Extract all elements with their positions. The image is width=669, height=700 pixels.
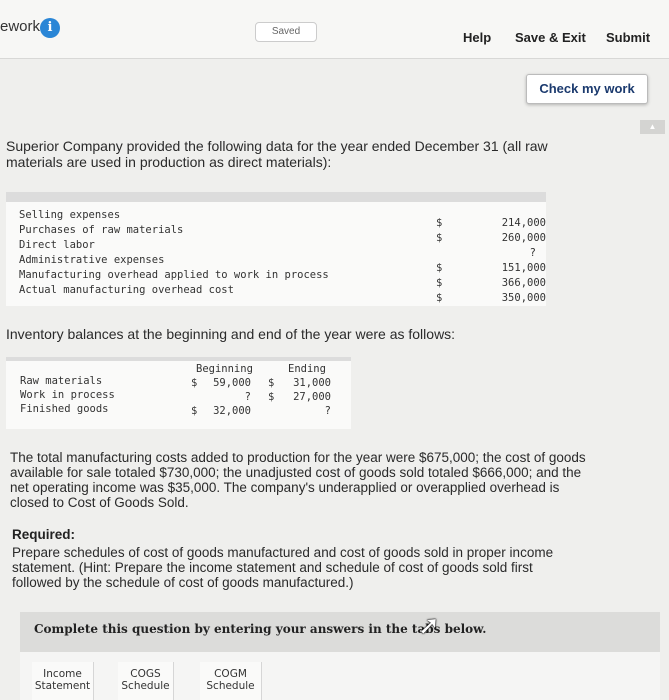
currency-symbol: $ [436,292,443,304]
expense-row: $260,000 [436,231,546,246]
expense-value: 350,000 [501,292,546,304]
expense-label: Purchases of raw materials [19,224,184,236]
inventory-label: Work in process [20,389,115,401]
expense-value: 214,000 [501,217,546,229]
expense-label: Actual manufacturing overhead cost [19,284,234,296]
inventory-label: Finished goods [20,403,109,415]
expense-row: $350,000 [436,291,546,306]
problem-summary: The total manufacturing costs added to p… [10,450,586,510]
tab-label: Schedule [121,680,170,692]
beginning-value: ? [244,391,251,403]
inventory-labels: Raw materials Work in process Finished g… [20,374,115,416]
beginning-value: 32,000 [213,405,251,417]
beginning-column: $59,000 ? $32,000 [191,376,251,418]
currency-symbol: $ [436,262,443,274]
beginning-header: Beginning [196,363,253,375]
expenses-values: $214,000 $260,000 ? $151,000 $366,000 $3… [436,216,546,306]
top-bar: ework i Saved Help Save & Exit Submit [0,0,669,59]
currency-symbol: $ [436,232,443,244]
saved-status: Saved [255,22,317,42]
instruction-bar: Complete this question by entering your … [20,612,660,652]
inventory-cell: $59,000 [191,376,251,390]
inventory-heading: Inventory balances at the beginning and … [6,326,456,342]
expense-value: ? [529,247,536,259]
inventory-cell: $32,000 [191,404,251,418]
expense-label: Administrative expenses [19,254,165,266]
expense-row: ? [436,246,546,261]
tab-income-statement[interactable]: Income Statement [32,662,94,700]
ending-column: $31,000 $27,000 ? [268,376,331,418]
currency-symbol: $ [191,377,198,389]
info-icon[interactable]: i [40,18,60,38]
ending-value: 31,000 [293,377,331,389]
expense-label: Direct labor [19,239,95,251]
cursor-icon: ➚ [418,610,440,640]
inventory-cell: $27,000 [268,390,331,404]
currency-symbol: $ [436,217,443,229]
ending-value: ? [324,405,331,417]
currency-symbol: $ [191,405,198,417]
submit-link[interactable]: Submit [606,30,650,45]
currency-symbol: $ [268,391,275,403]
currency-symbol: $ [268,377,275,389]
required-title: Required: [12,527,76,542]
expense-value: 151,000 [501,262,546,274]
tab-strip: Income Statement COGS Schedule COGM Sche… [20,652,660,700]
expenses-table: Selling expenses Purchases of raw materi… [6,192,546,306]
expenses-labels: Selling expenses Purchases of raw materi… [19,208,329,298]
expense-label: Selling expenses [19,209,121,221]
required-text: Prepare schedules of cost of goods manuf… [12,545,554,590]
check-my-work-button[interactable]: Check my work [526,74,648,104]
tab-label: Statement [34,680,91,692]
expense-row: $214,000 [436,216,546,231]
ending-header: Ending [288,363,326,375]
expense-row: $366,000 [436,276,546,291]
save-exit-link[interactable]: Save & Exit [515,30,586,45]
inventory-cell: ? [268,404,331,418]
ending-value: 27,000 [293,391,331,403]
expense-label: Manufacturing overhead applied to work i… [19,269,329,281]
inventory-label: Raw materials [20,375,103,387]
currency-symbol: $ [436,277,443,289]
tab-cogs-schedule[interactable]: COGS Schedule [118,662,174,700]
inventory-table: Beginning Ending Raw materials Work in p… [6,357,351,429]
app-title: ework [0,18,41,35]
tab-label: COGM [214,668,247,680]
tab-label: Income [43,668,82,680]
tab-label: Schedule [206,680,255,692]
inventory-cell: ? [191,390,251,404]
expense-value: 366,000 [501,277,546,289]
problem-intro: Superior Company provided the following … [6,138,548,170]
scroll-up-icon[interactable]: ▲ [640,120,665,134]
beginning-value: 59,000 [213,377,251,389]
expense-value: 260,000 [501,232,546,244]
tab-label: COGS [130,668,161,680]
inventory-cell: $31,000 [268,376,331,390]
help-link[interactable]: Help [463,30,491,45]
tab-cogm-schedule[interactable]: COGM Schedule [200,662,262,700]
expense-row: $151,000 [436,261,546,276]
